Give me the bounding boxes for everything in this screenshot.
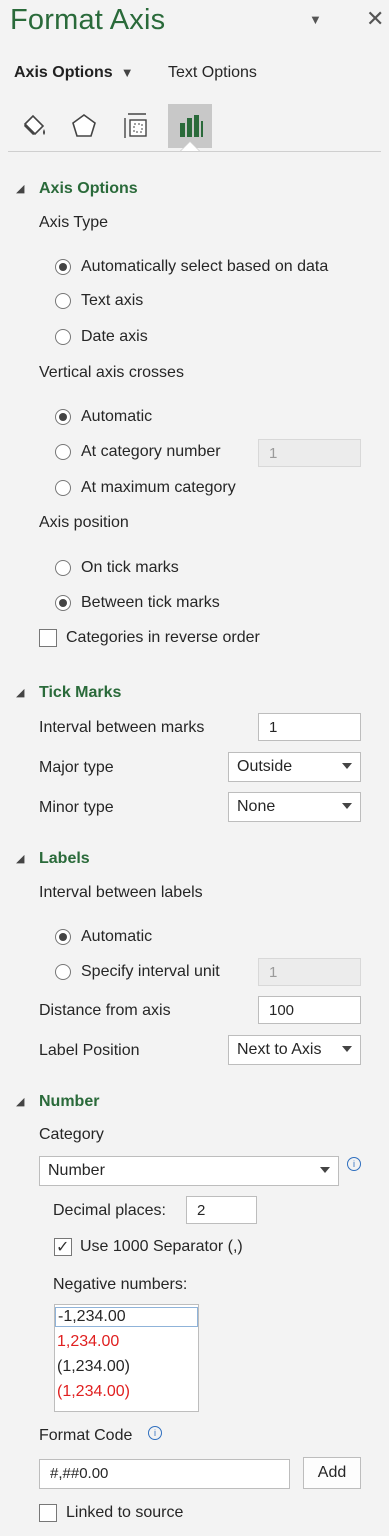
radio-crosses-max-category-label[interactable]: At maximum category bbox=[81, 479, 236, 497]
radio-crosses-max-category[interactable] bbox=[55, 480, 71, 496]
checkmark-icon: ✓ bbox=[56, 1239, 70, 1256]
decimal-places-input[interactable]: 2 bbox=[186, 1196, 257, 1224]
category-label: Category bbox=[39, 1126, 104, 1143]
radio-crosses-category-number[interactable] bbox=[55, 444, 71, 460]
collapse-triangle-icon[interactable]: ◢ bbox=[16, 182, 24, 195]
label-position-value: Next to Axis bbox=[237, 1041, 322, 1058]
radio-on-tick-marks[interactable] bbox=[55, 560, 71, 576]
reverse-order-label[interactable]: Categories in reverse order bbox=[66, 629, 260, 647]
list-item[interactable]: 1,234.00 bbox=[57, 1333, 119, 1351]
section-axis-options[interactable]: Axis Options bbox=[39, 180, 138, 198]
radio-text-axis[interactable] bbox=[55, 293, 71, 309]
radio-between-tick-marks-label[interactable]: Between tick marks bbox=[81, 594, 220, 612]
dropdown-arrow-icon bbox=[320, 1167, 330, 1173]
radio-text-axis-label[interactable]: Text axis bbox=[81, 292, 143, 310]
radio-crosses-automatic[interactable] bbox=[55, 409, 71, 425]
vertical-crosses-label: Vertical axis crosses bbox=[39, 364, 184, 381]
reverse-order-checkbox[interactable] bbox=[39, 629, 57, 647]
format-code-label: Format Code bbox=[39, 1427, 133, 1444]
linked-source-checkbox[interactable] bbox=[39, 1504, 57, 1522]
label-position-select[interactable]: Next to Axis bbox=[228, 1035, 361, 1065]
section-labels[interactable]: Labels bbox=[39, 850, 90, 868]
tab-axis-options-label: Axis Options bbox=[14, 64, 113, 81]
interval-marks-input[interactable]: 1 bbox=[258, 713, 361, 741]
interval-labels-label: Interval between labels bbox=[39, 884, 203, 901]
radio-date-axis-label[interactable]: Date axis bbox=[81, 328, 148, 346]
tab-axis-options[interactable]: Axis Options ▼ bbox=[14, 64, 134, 82]
tab-pointer-fill bbox=[181, 142, 199, 151]
minor-type-select[interactable]: None bbox=[228, 792, 361, 822]
major-type-label: Major type bbox=[39, 759, 114, 776]
radio-labels-automatic[interactable] bbox=[55, 929, 71, 945]
major-type-value: Outside bbox=[237, 758, 293, 775]
add-button[interactable]: Add bbox=[303, 1457, 361, 1489]
category-value: Number bbox=[48, 1162, 105, 1179]
radio-between-tick-marks[interactable] bbox=[55, 595, 71, 611]
minor-type-label: Minor type bbox=[39, 799, 114, 816]
linked-source-label[interactable]: Linked to source bbox=[66, 1504, 183, 1522]
radio-auto-select-label[interactable]: Automatically select based on data bbox=[81, 258, 328, 276]
dropdown-arrow-icon bbox=[342, 803, 352, 809]
close-icon[interactable]: ✕ bbox=[366, 6, 384, 32]
distance-axis-input[interactable]: 100 bbox=[258, 996, 361, 1024]
category-select[interactable]: Number bbox=[39, 1156, 339, 1186]
effects-icon[interactable] bbox=[62, 104, 106, 148]
separator-label[interactable]: Use 1000 Separator (,) bbox=[80, 1238, 243, 1256]
radio-labels-automatic-label[interactable]: Automatic bbox=[81, 928, 152, 946]
negative-numbers-label: Negative numbers: bbox=[53, 1276, 188, 1293]
chevron-down-icon: ▼ bbox=[117, 65, 134, 80]
decimal-places-label: Decimal places: bbox=[53, 1202, 166, 1219]
collapse-triangle-icon[interactable]: ◢ bbox=[16, 686, 24, 699]
info-icon[interactable]: i bbox=[148, 1426, 162, 1440]
radio-specify-interval[interactable] bbox=[55, 964, 71, 980]
axis-position-label: Axis position bbox=[39, 514, 129, 531]
list-item[interactable]: (1,234.00) bbox=[57, 1358, 130, 1376]
category-number-input[interactable]: 1 bbox=[258, 439, 361, 467]
negative-numbers-list[interactable]: -1,234.00 1,234.00 (1,234.00) (1,234.00) bbox=[54, 1304, 199, 1412]
major-type-select[interactable]: Outside bbox=[228, 752, 361, 782]
collapse-triangle-icon[interactable]: ◢ bbox=[16, 852, 24, 865]
list-item[interactable]: -1,234.00 bbox=[55, 1307, 198, 1327]
tab-text-options[interactable]: Text Options bbox=[168, 64, 257, 82]
divider bbox=[8, 151, 381, 152]
radio-date-axis[interactable] bbox=[55, 329, 71, 345]
label-position-label: Label Position bbox=[39, 1042, 140, 1059]
dropdown-arrow-icon bbox=[342, 763, 352, 769]
axis-type-label: Axis Type bbox=[39, 214, 109, 231]
pane-options-dropdown-icon[interactable]: ▼ bbox=[309, 12, 322, 27]
radio-crosses-automatic-label[interactable]: Automatic bbox=[81, 408, 152, 426]
radio-auto-select[interactable] bbox=[55, 259, 71, 275]
collapse-triangle-icon[interactable]: ◢ bbox=[16, 1095, 24, 1108]
section-number[interactable]: Number bbox=[39, 1093, 99, 1111]
radio-specify-interval-label[interactable]: Specify interval unit bbox=[81, 963, 220, 981]
size-properties-icon[interactable] bbox=[114, 104, 158, 148]
interval-marks-label: Interval between marks bbox=[39, 719, 205, 736]
interval-unit-input[interactable]: 1 bbox=[258, 958, 361, 986]
radio-on-tick-marks-label[interactable]: On tick marks bbox=[81, 559, 179, 577]
pane-title: Format Axis bbox=[10, 4, 166, 36]
info-icon[interactable]: i bbox=[347, 1157, 361, 1171]
minor-type-value: None bbox=[237, 798, 276, 815]
radio-crosses-category-number-label[interactable]: At category number bbox=[81, 443, 221, 461]
format-code-input[interactable]: #,##0.00 bbox=[39, 1459, 290, 1489]
dropdown-arrow-icon bbox=[342, 1046, 352, 1052]
section-tick-marks[interactable]: Tick Marks bbox=[39, 684, 121, 702]
distance-axis-label: Distance from axis bbox=[39, 1002, 171, 1019]
fill-line-icon[interactable] bbox=[12, 104, 56, 148]
list-item[interactable]: (1,234.00) bbox=[57, 1383, 130, 1401]
